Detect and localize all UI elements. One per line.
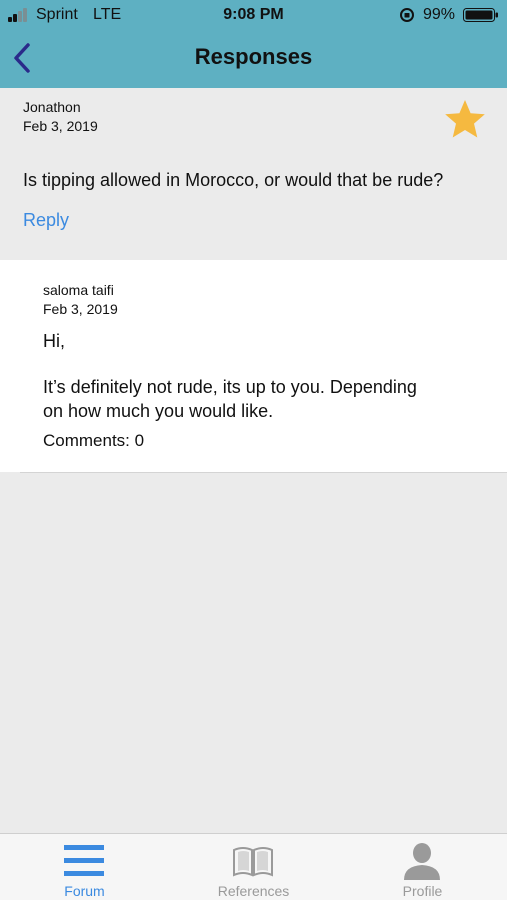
- tab-bar: Forum References Profile: [0, 833, 507, 900]
- tab-label-references: References: [217, 883, 290, 899]
- comments-count-link[interactable]: Comments: 0: [43, 431, 144, 451]
- tab-label-profile: Profile: [402, 883, 443, 899]
- tab-references[interactable]: References: [169, 834, 338, 900]
- response-body: It’s definitely not rude, its up to you.…: [43, 377, 417, 421]
- question-text: Is tipping allowed in Morocco, or would …: [23, 170, 444, 190]
- response-card: saloma taifi Feb 3, 2019 Hi, It’s defini…: [0, 260, 507, 472]
- person-icon: [404, 843, 440, 880]
- response-greeting: Hi,: [43, 331, 65, 351]
- tab-forum[interactable]: Forum: [0, 834, 169, 900]
- battery-icon: [463, 8, 498, 22]
- menu-icon: [64, 845, 104, 876]
- favorite-star-icon[interactable]: [444, 98, 486, 140]
- divider: [20, 472, 507, 473]
- battery-percent: 99%: [423, 6, 456, 23]
- reply-button[interactable]: Reply: [23, 210, 69, 231]
- question-date: Feb 3, 2019: [23, 118, 98, 134]
- tab-label-forum: Forum: [64, 883, 105, 899]
- page-title: Responses: [194, 44, 313, 69]
- tab-profile[interactable]: Profile: [338, 834, 507, 900]
- response-date: Feb 3, 2019: [43, 301, 118, 317]
- question-author: Jonathon: [23, 99, 81, 115]
- status-bar: Sprint LTE 9:08 PM 99%: [0, 0, 507, 30]
- response-author: saloma taifi: [43, 282, 114, 298]
- orientation-lock-icon: [400, 8, 414, 22]
- header: Sprint LTE 9:08 PM 99% Responses: [0, 0, 507, 88]
- question-card: Jonathon Feb 3, 2019 Is tipping allowed …: [0, 88, 507, 260]
- book-icon: [233, 847, 273, 877]
